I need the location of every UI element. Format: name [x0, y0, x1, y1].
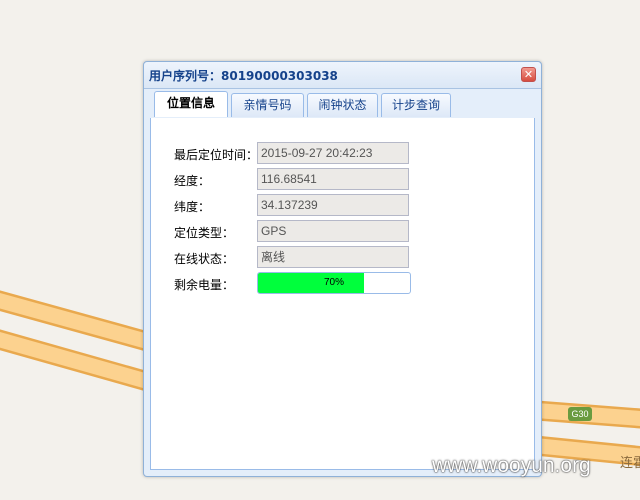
last-location-time-field[interactable]: 2015-09-27 20:42:23: [257, 142, 409, 164]
close-button[interactable]: ✕: [521, 67, 536, 82]
online-status-label: 在线状态：: [174, 252, 235, 266]
tab-strip: 位置信息 亲情号码 闹钟状态 计步查询: [150, 91, 535, 119]
last-location-time-label: 最后定位时间：: [174, 148, 259, 162]
tab-location-info[interactable]: 位置信息: [154, 91, 228, 117]
highway-badge: G30: [568, 407, 592, 421]
battery-label: 剩余电量：: [174, 278, 235, 292]
longitude-label: 经度：: [174, 174, 211, 188]
battery-progress-bar: 70%: [257, 272, 411, 294]
tab-step-query[interactable]: 计步查询: [381, 93, 451, 117]
longitude-field[interactable]: 116.68541: [257, 168, 409, 190]
tab-family-numbers[interactable]: 亲情号码: [231, 93, 304, 117]
tab-alarm-status[interactable]: 闹钟状态: [307, 93, 378, 117]
close-icon: ✕: [523, 68, 534, 81]
online-status-field[interactable]: 离线: [257, 246, 409, 268]
latitude-field[interactable]: 34.137239: [257, 194, 409, 216]
battery-progress-text: 70%: [323, 277, 344, 288]
device-info-dialog: 用户序列号：80190000303038 ✕ 位置信息 亲情号码 闹钟状态 计步…: [143, 61, 542, 477]
location-type-label: 定位类型：: [174, 226, 235, 240]
location-type-field[interactable]: GPS: [257, 220, 409, 242]
dialog-titlebar[interactable]: 用户序列号：80190000303038 ✕: [144, 62, 541, 89]
road-name-label: 连霍: [620, 456, 640, 471]
dialog-title: 用户序列号：80190000303038: [149, 69, 338, 83]
location-info-panel: 最后定位时间： 2015-09-27 20:42:23 经度： 116.6854…: [150, 118, 535, 470]
watermark-text: www.wooyun.org: [432, 454, 591, 477]
latitude-label: 纬度：: [174, 200, 211, 214]
